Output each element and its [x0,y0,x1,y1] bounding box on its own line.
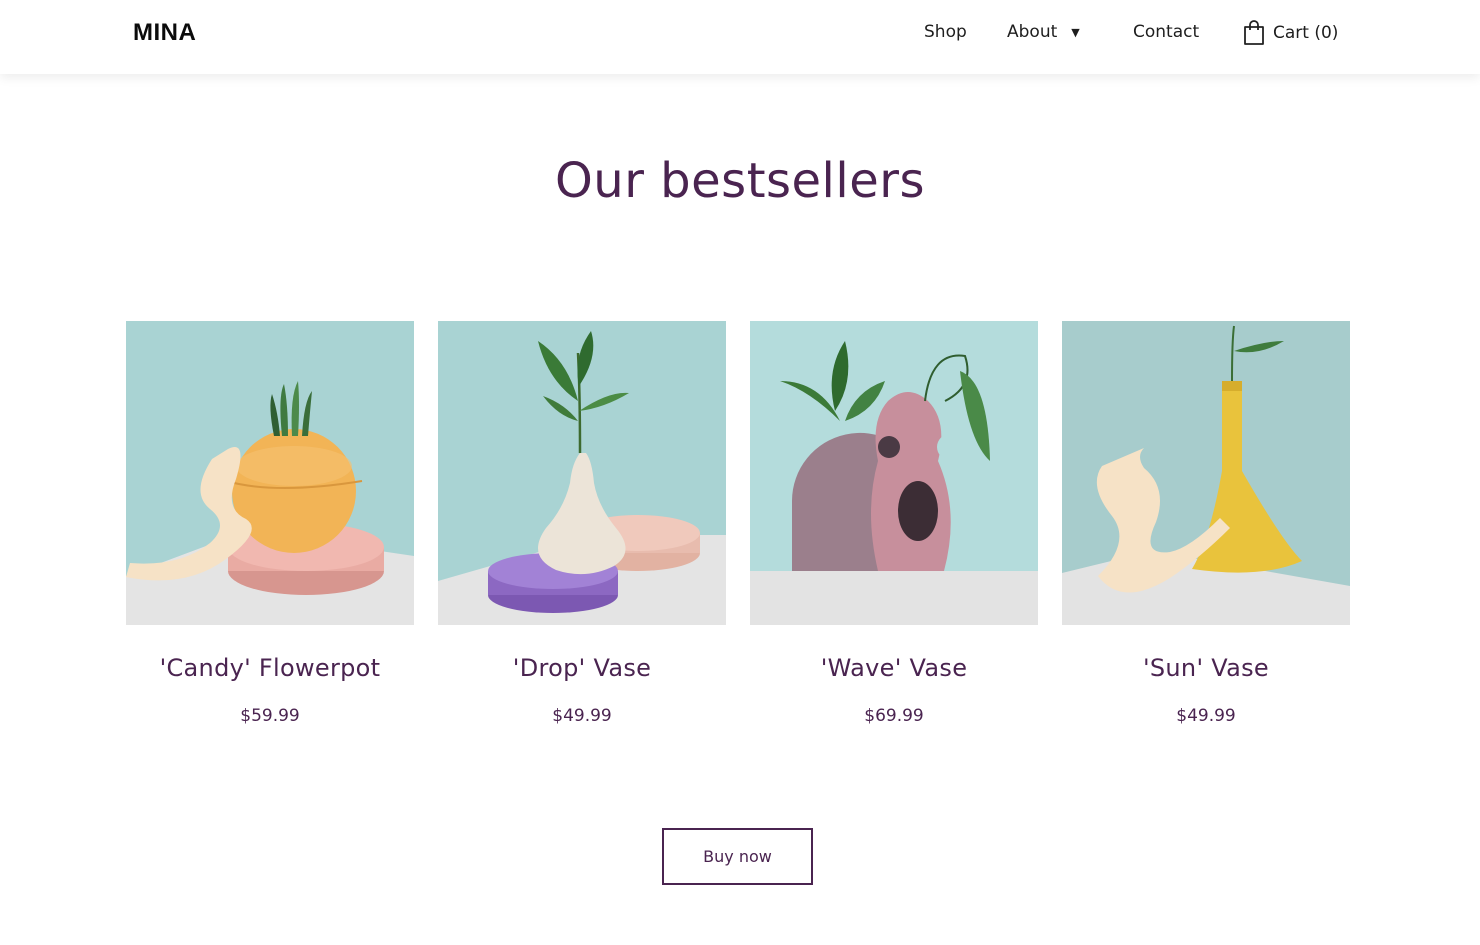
product-image[interactable] [126,321,414,625]
nav-about-dropdown[interactable]: About ▼ [1007,22,1080,42]
product-card[interactable]: 'Wave' Vase $69.99 [750,321,1038,726]
product-card[interactable]: 'Drop' Vase $49.99 [438,321,726,726]
product-price: $49.99 [1176,706,1236,726]
product-image[interactable] [750,321,1038,625]
caret-down-icon: ▼ [1071,25,1080,39]
product-card[interactable]: 'Candy' Flowerpot $59.99 [126,321,414,726]
cart-label: Cart (0) [1273,23,1339,43]
product-name[interactable]: 'Candy' Flowerpot [126,654,414,682]
nav-about-label: About [1007,22,1058,42]
site-header: MINA Shop About ▼ Contact Cart (0) [0,0,1480,74]
product-image[interactable] [1062,321,1350,625]
shopping-bag-icon [1243,20,1265,46]
product-image[interactable] [438,321,726,625]
buy-now-button[interactable]: Buy now [662,828,813,885]
product-price: $49.99 [552,706,612,726]
cart-link[interactable]: Cart (0) [1243,20,1338,46]
nav-contact-link[interactable]: Contact [1133,22,1199,42]
product-name[interactable]: 'Sun' Vase [1062,654,1350,682]
product-price: $69.99 [864,706,924,726]
page-title: Our bestsellers [554,153,925,209]
logo[interactable]: MINA [133,19,196,47]
nav-shop-link[interactable]: Shop [924,22,967,42]
product-card[interactable]: 'Sun' Vase $49.99 [1062,321,1350,726]
product-price: $59.99 [240,706,300,726]
product-name[interactable]: 'Drop' Vase [438,654,726,682]
product-name[interactable]: 'Wave' Vase [750,654,1038,682]
